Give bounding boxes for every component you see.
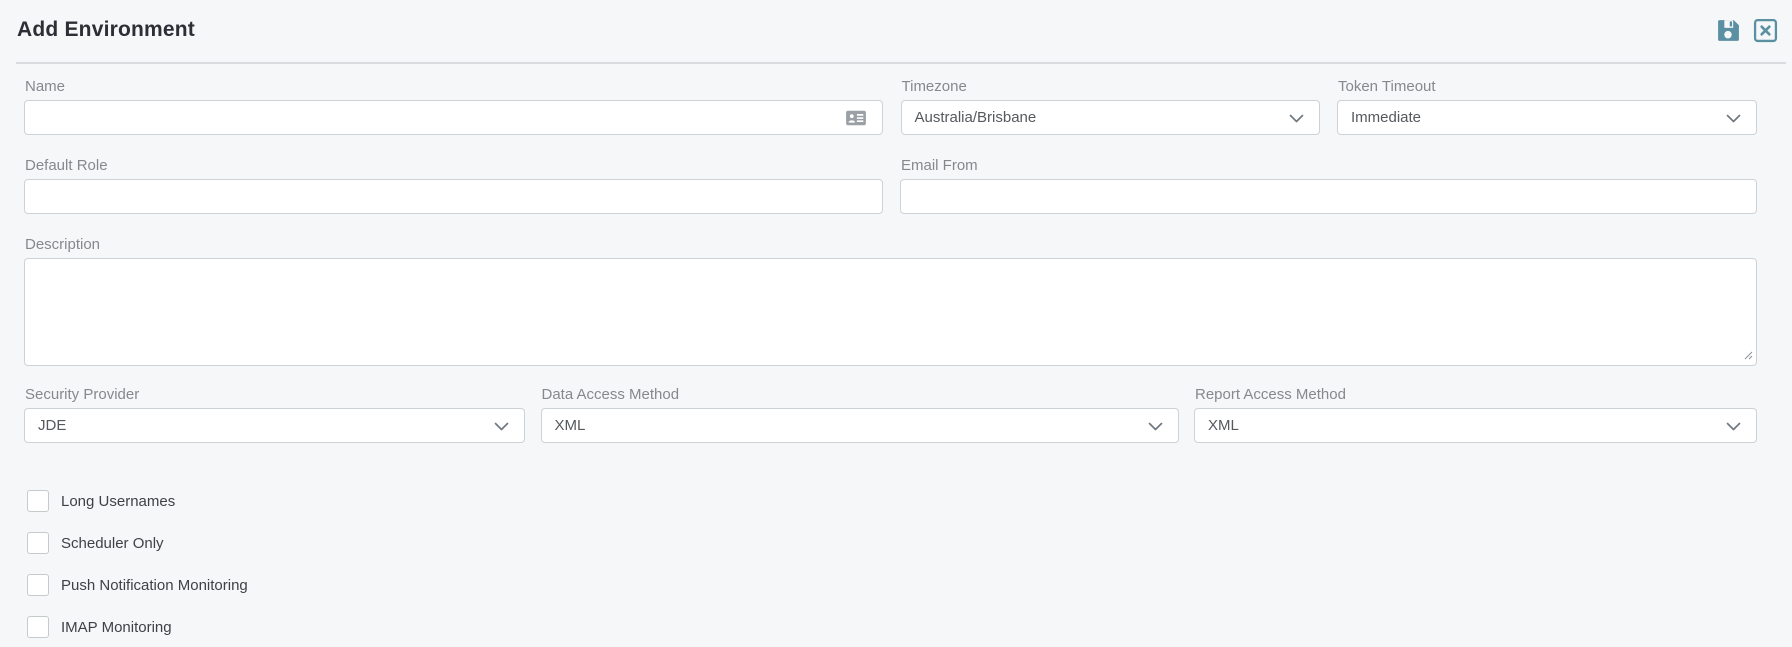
environment-form: Name Timez [0,77,1792,638]
name-input-wrap [24,100,883,135]
push-notification-monitoring-label: Push Notification Monitoring [61,577,248,594]
default-role-label: Default Role [25,156,883,175]
save-button[interactable] [1715,17,1741,43]
chevron-down-icon [1726,422,1741,431]
timezone-selected-value: Australia/Brisbane [915,109,1037,126]
token-timeout-select[interactable]: Immediate [1337,100,1757,135]
token-timeout-selected-value: Immediate [1351,109,1421,126]
close-button[interactable] [1752,17,1778,43]
report-access-method-selected-value: XML [1208,417,1239,434]
close-icon [1753,18,1778,43]
scheduler-only-checkbox[interactable] [27,532,49,554]
imap-monitoring-label: IMAP Monitoring [61,619,172,636]
description-field-group: Description [24,235,1757,366]
add-environment-panel: Add Environment Name [0,0,1792,647]
chevron-down-icon [1289,114,1304,123]
long-usernames-label: Long Usernames [61,493,175,510]
data-access-method-field-group: Data Access Method XML [541,385,1179,443]
security-provider-label: Security Provider [25,385,525,404]
default-role-input[interactable] [24,179,883,214]
scheduler-only-option[interactable]: Scheduler Only [27,532,164,554]
page-title: Add Environment [17,18,195,42]
email-from-field-group: Email From [900,156,1757,214]
name-input[interactable] [24,100,883,135]
push-notification-monitoring-option[interactable]: Push Notification Monitoring [27,574,248,596]
chevron-down-icon [1726,114,1741,123]
imap-monitoring-checkbox[interactable] [27,616,49,638]
name-label: Name [25,77,883,96]
name-field-group: Name [24,77,883,135]
data-access-method-label: Data Access Method [542,385,1179,404]
timezone-field-group: Timezone Australia/Brisbane [901,77,1320,135]
data-access-method-select[interactable]: XML [541,408,1179,443]
description-textarea[interactable] [24,258,1757,366]
security-provider-field-group: Security Provider JDE [24,385,525,443]
save-icon [1716,18,1741,43]
timezone-label: Timezone [902,77,1320,96]
long-usernames-option[interactable]: Long Usernames [27,490,175,512]
chevron-down-icon [1148,422,1163,431]
default-role-field-group: Default Role [24,156,883,214]
security-provider-select[interactable]: JDE [24,408,525,443]
form-row-4: Security Provider JDE Data Access Method… [24,385,1757,443]
imap-monitoring-option[interactable]: IMAP Monitoring [27,616,172,638]
report-access-method-select[interactable]: XML [1194,408,1757,443]
data-access-method-selected-value: XML [555,417,586,434]
push-notification-monitoring-checkbox[interactable] [27,574,49,596]
form-row-2: Default Role Email From [24,156,1757,214]
report-access-method-field-group: Report Access Method XML [1194,385,1757,443]
form-row-1: Name Timez [24,77,1757,135]
header-actions [1715,17,1778,43]
report-access-method-label: Report Access Method [1195,385,1757,404]
token-timeout-field-group: Token Timeout Immediate [1337,77,1757,135]
options-checkbox-group: Long Usernames Scheduler Only Push Notif… [24,490,1757,638]
long-usernames-checkbox[interactable] [27,490,49,512]
security-provider-selected-value: JDE [38,417,66,434]
email-from-input[interactable] [900,179,1757,214]
panel-header: Add Environment [16,0,1786,64]
chevron-down-icon [494,422,509,431]
description-textarea-wrap [24,258,1757,366]
token-timeout-label: Token Timeout [1338,77,1757,96]
contact-card-icon[interactable] [845,109,867,127]
description-label: Description [25,235,1757,254]
timezone-select[interactable]: Australia/Brisbane [901,100,1320,135]
scheduler-only-label: Scheduler Only [61,535,164,552]
email-from-label: Email From [901,156,1757,175]
